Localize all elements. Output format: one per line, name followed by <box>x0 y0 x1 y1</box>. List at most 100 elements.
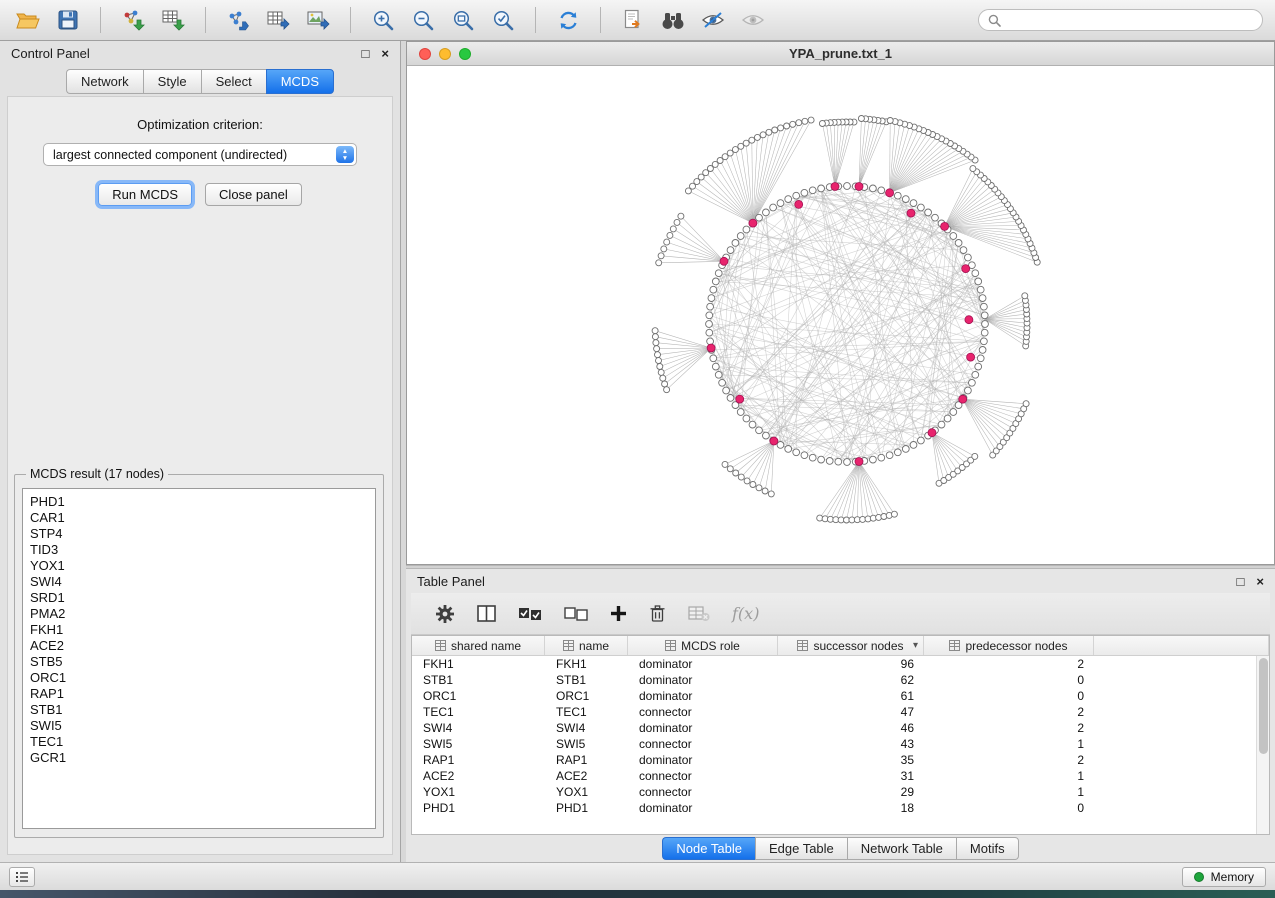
import-table-button[interactable] <box>157 5 189 35</box>
close-panel-button[interactable]: Close panel <box>205 183 302 206</box>
apply-layout-button[interactable] <box>552 5 584 35</box>
table-row[interactable]: FKH1FKH1dominator962 <box>412 656 1269 672</box>
search-input[interactable] <box>1007 13 1253 27</box>
table-row[interactable]: STB1STB1dominator620 <box>412 672 1269 688</box>
result-node[interactable]: YOX1 <box>30 558 368 574</box>
result-node[interactable]: SWI5 <box>30 718 368 734</box>
result-node[interactable]: PMA2 <box>30 606 368 622</box>
result-node[interactable]: SWI4 <box>30 574 368 590</box>
task-history-button[interactable] <box>9 867 35 887</box>
table-row[interactable]: TEC1TEC1connector472 <box>412 704 1269 720</box>
zoom-selected-button[interactable] <box>487 5 519 35</box>
toolbar-separator <box>100 7 101 33</box>
zoom-in-button[interactable] <box>367 5 399 35</box>
table-toolbar: f(x) <box>411 593 1270 635</box>
result-node[interactable]: GCR1 <box>30 750 368 766</box>
tab-mcds[interactable]: MCDS <box>266 69 334 94</box>
fx-icon: f(x) <box>732 604 759 623</box>
result-node[interactable]: RAP1 <box>30 686 368 702</box>
table-settings-button[interactable] <box>435 604 455 624</box>
table-delete-icon <box>688 605 710 622</box>
table-row[interactable]: ORC1ORC1dominator610 <box>412 688 1269 704</box>
save-session-button[interactable] <box>52 5 84 35</box>
tab-node-table[interactable]: Node Table <box>662 837 755 860</box>
delete-column-button[interactable] <box>649 604 666 623</box>
function-builder-button[interactable]: f(x) <box>732 604 759 623</box>
zoom-fit-button[interactable] <box>447 5 479 35</box>
float-panel-icon[interactable]: □ <box>362 47 370 60</box>
window-controls <box>419 48 471 60</box>
table-row[interactable]: YOX1YOX1connector291 <box>412 784 1269 800</box>
window-close-icon[interactable] <box>419 48 431 60</box>
network-canvas[interactable] <box>407 66 1274 564</box>
result-node[interactable]: TID3 <box>30 542 368 558</box>
delete-table-button[interactable] <box>688 605 710 622</box>
result-node[interactable]: PHD1 <box>30 494 368 510</box>
scrollbar-thumb[interactable] <box>1259 658 1268 754</box>
tab-edge-table[interactable]: Edge Table <box>755 837 847 860</box>
close-panel-icon[interactable]: × <box>381 47 389 60</box>
column-header-mcds-role[interactable]: MCDS role <box>628 636 778 655</box>
float-panel-icon[interactable]: □ <box>1237 575 1245 588</box>
table-scrollbar[interactable] <box>1256 656 1269 834</box>
close-panel-icon[interactable]: × <box>1256 575 1264 588</box>
share-document-button[interactable] <box>617 5 649 35</box>
toolbar-separator <box>205 7 206 33</box>
result-node[interactable]: FKH1 <box>30 622 368 638</box>
run-mcds-button[interactable]: Run MCDS <box>98 183 192 206</box>
tab-network[interactable]: Network <box>66 69 143 94</box>
zoom-out-icon <box>412 9 435 32</box>
network-graph <box>407 66 1274 564</box>
window-zoom-icon[interactable] <box>459 48 471 60</box>
table-row[interactable]: SWI4SWI4dominator462 <box>412 720 1269 736</box>
export-table-button[interactable] <box>262 5 294 35</box>
tab-select[interactable]: Select <box>201 69 266 94</box>
create-column-button[interactable] <box>610 605 627 622</box>
table-row[interactable]: SWI5SWI5connector431 <box>412 736 1269 752</box>
refresh-arrows-icon <box>557 9 580 32</box>
show-columns-button[interactable] <box>477 605 496 622</box>
result-node[interactable]: STP4 <box>30 526 368 542</box>
dropdown-stepper-icon: ▲ ▼ <box>336 146 354 163</box>
table-panel-title: Table Panel <box>417 574 485 589</box>
import-network-button[interactable] <box>117 5 149 35</box>
column-header-name[interactable]: name <box>545 636 628 655</box>
column-header-shared-name[interactable]: shared name <box>412 636 545 655</box>
open-session-button[interactable] <box>12 5 44 35</box>
import-network-icon <box>121 9 145 31</box>
eye-slash-icon <box>701 11 725 29</box>
select-all-button[interactable] <box>518 606 542 622</box>
tab-style[interactable]: Style <box>143 69 201 94</box>
network-titlebar[interactable]: YPA_prune.txt_1 <box>407 42 1274 66</box>
result-node[interactable]: CAR1 <box>30 510 368 526</box>
column-header-successor-nodes[interactable]: successor nodes ▾ <box>778 636 924 655</box>
mcds-result-fieldset: MCDS result (17 nodes) PHD1 CAR1 STP4 TI… <box>14 467 384 838</box>
export-image-button[interactable] <box>302 5 334 35</box>
table-body: FKH1FKH1dominator962 STB1STB1dominator62… <box>412 656 1269 816</box>
trash-icon <box>649 604 666 623</box>
optimization-criterion-select[interactable]: largest connected component (undirected)… <box>43 143 357 166</box>
search-network-button[interactable] <box>657 5 689 35</box>
result-node[interactable]: SRD1 <box>30 590 368 606</box>
result-node[interactable]: TEC1 <box>30 734 368 750</box>
deselect-all-button[interactable] <box>564 606 588 622</box>
mcds-result-list[interactable]: PHD1 CAR1 STP4 TID3 YOX1 SWI4 SRD1 PMA2 … <box>22 488 376 829</box>
memory-button[interactable]: Memory <box>1182 867 1266 887</box>
zoom-out-button[interactable] <box>407 5 439 35</box>
result-node[interactable]: ACE2 <box>30 638 368 654</box>
table-row[interactable]: PHD1PHD1dominator180 <box>412 800 1269 816</box>
table-row[interactable]: RAP1RAP1dominator352 <box>412 752 1269 768</box>
result-node[interactable]: STB1 <box>30 702 368 718</box>
result-node[interactable]: STB5 <box>30 654 368 670</box>
tab-motifs[interactable]: Motifs <box>956 837 1019 860</box>
column-header-predecessor-nodes[interactable]: predecessor nodes <box>924 636 1094 655</box>
table-row[interactable]: ACE2ACE2connector311 <box>412 768 1269 784</box>
export-network-button[interactable] <box>222 5 254 35</box>
window-minimize-icon[interactable] <box>439 48 451 60</box>
toggle-graphics-details-button[interactable] <box>697 5 729 35</box>
zoom-selected-icon <box>492 9 515 32</box>
table-panel: Table Panel □ × <box>406 569 1275 862</box>
tab-network-table[interactable]: Network Table <box>847 837 956 860</box>
result-node[interactable]: ORC1 <box>30 670 368 686</box>
show-graphics-details-button[interactable] <box>737 5 769 35</box>
